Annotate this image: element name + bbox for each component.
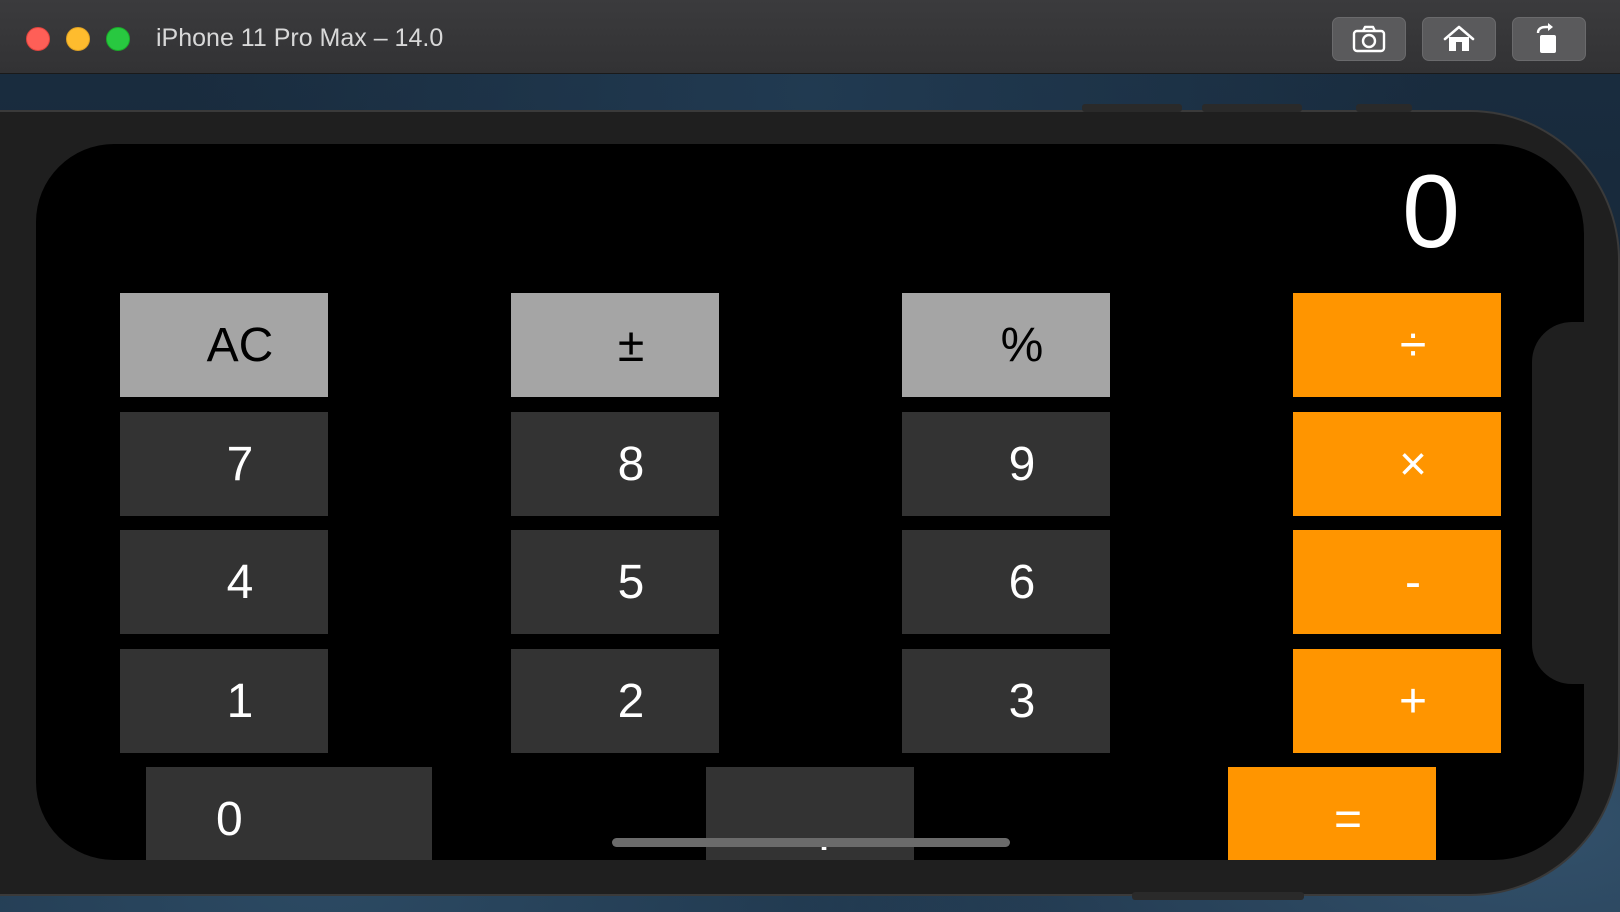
key-4[interactable]: 4 (120, 530, 328, 634)
key-label: 5 (617, 555, 645, 609)
window-title: iPhone 11 Pro Max – 14.0 (156, 24, 444, 52)
key-6[interactable]: 6 (902, 530, 1110, 634)
key-multiply[interactable]: × (1293, 412, 1501, 516)
key-7[interactable]: 7 (120, 412, 328, 516)
key-label: = (1333, 792, 1363, 846)
key-5[interactable]: 5 (511, 530, 719, 634)
home-indicator[interactable] (612, 838, 1010, 847)
zoom-window-button[interactable] (106, 27, 130, 51)
key-add[interactable]: + (1293, 649, 1501, 753)
calculator-display: 0 (1402, 154, 1460, 270)
camera-icon (1352, 25, 1386, 53)
key-label: 1 (226, 674, 254, 728)
key-equals[interactable]: = (1228, 767, 1436, 860)
key-0[interactable]: 0 (146, 767, 432, 860)
key-label: . (817, 807, 831, 861)
volume-up-button[interactable] (1082, 104, 1182, 112)
key-label: ± (617, 318, 645, 372)
key-label: 4 (226, 555, 254, 609)
key-all-clear[interactable]: AC (120, 293, 328, 397)
key-label: × (1398, 437, 1428, 491)
key-label: 3 (1008, 674, 1036, 728)
key-label: + (1398, 674, 1428, 728)
key-3[interactable]: 3 (902, 649, 1110, 753)
mute-switch[interactable] (1356, 104, 1412, 112)
key-label: AC (206, 318, 274, 372)
key-label: 6 (1008, 555, 1036, 609)
key-label: 8 (617, 437, 645, 491)
key-label: 7 (226, 437, 254, 491)
key-label: - (1405, 555, 1421, 609)
key-percent[interactable]: % (902, 293, 1110, 397)
key-plus-minus[interactable]: ± (511, 293, 719, 397)
key-label: ÷ (1399, 318, 1427, 372)
key-label: 9 (1008, 437, 1036, 491)
home-icon (1442, 24, 1476, 54)
key-8[interactable]: 8 (511, 412, 719, 516)
screenshot-button[interactable] (1332, 17, 1406, 61)
key-2[interactable]: 2 (511, 649, 719, 753)
key-9[interactable]: 9 (902, 412, 1110, 516)
rotate-device-button[interactable] (1512, 17, 1586, 61)
key-1[interactable]: 1 (120, 649, 328, 753)
key-label: % (1000, 318, 1044, 372)
minimize-window-button[interactable] (66, 27, 90, 51)
power-button[interactable] (1132, 892, 1304, 900)
notch (1532, 322, 1584, 684)
simulator-title-bar: iPhone 11 Pro Max – 14.0 (0, 0, 1620, 74)
key-divide[interactable]: ÷ (1293, 293, 1501, 397)
key-label: 2 (617, 674, 645, 728)
close-window-button[interactable] (26, 27, 50, 51)
home-button[interactable] (1422, 17, 1496, 61)
device-screen: 0 AC ± % ÷ 7 8 9 × 4 5 6 - 1 2 3 + 0 . = (36, 144, 1584, 860)
key-label: 0 (216, 792, 243, 846)
key-subtract[interactable]: - (1293, 530, 1501, 634)
rotate-icon (1532, 23, 1566, 55)
volume-down-button[interactable] (1202, 104, 1302, 112)
